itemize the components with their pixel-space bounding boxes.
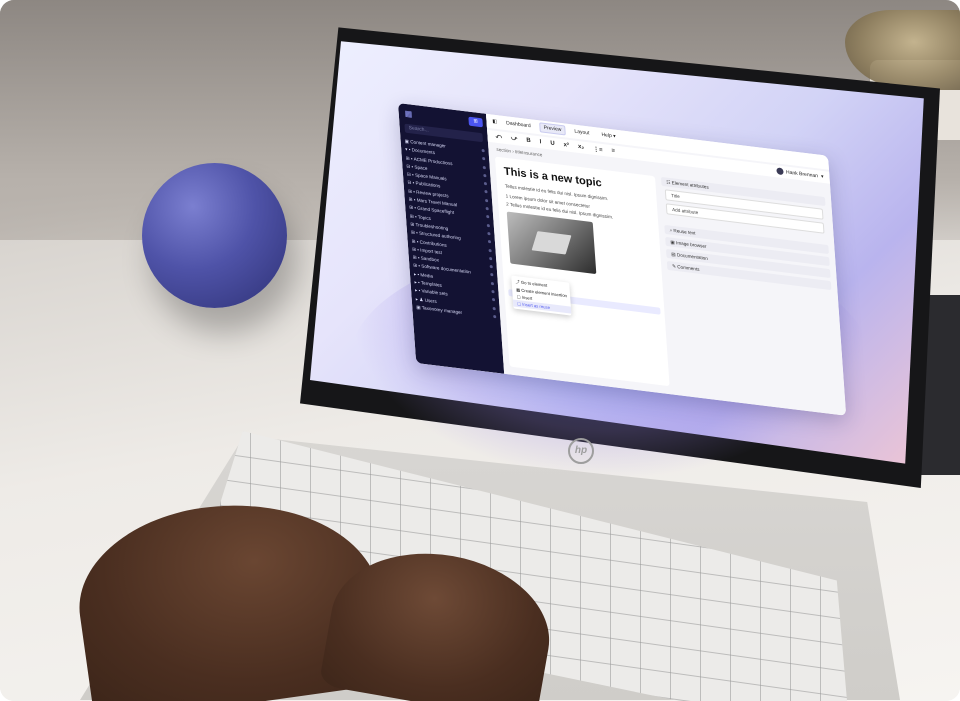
context-menu: ⤴ Go to element ▦ Create element inserti… (511, 275, 572, 316)
document-image[interactable] (506, 211, 597, 275)
panel-toggle-icon[interactable]: ◧ (492, 119, 497, 126)
more-options-icon[interactable] (488, 248, 492, 252)
more-options-icon[interactable] (483, 182, 488, 186)
laptop-in-image (531, 231, 572, 255)
more-options-icon[interactable] (491, 298, 496, 302)
sidebar-tree: ▣ Content manager ▾ ▪ Documents ⊞ ▪ ACME… (404, 137, 498, 321)
italic-button[interactable]: I (540, 139, 542, 145)
bold-button[interactable]: B (526, 138, 531, 145)
more-options-icon[interactable] (482, 165, 486, 169)
menu-item-layout[interactable]: Layout (571, 127, 593, 138)
menu-item-help[interactable]: Help ▾ (598, 131, 619, 141)
more-options-icon[interactable] (489, 265, 493, 269)
more-options-icon[interactable] (482, 157, 486, 161)
unordered-list-button[interactable]: ≡ (611, 148, 615, 154)
more-options-icon[interactable] (490, 281, 495, 286)
right-panel: ☷ Element attributes Title Add attribute… (660, 176, 840, 407)
document-editor[interactable]: This is a new topic Tellus molestie id e… (494, 156, 670, 387)
more-options-icon[interactable] (486, 215, 490, 219)
app-logo-icon: ▦ (404, 108, 413, 119)
more-options-icon[interactable] (489, 256, 493, 261)
more-options-icon[interactable] (487, 240, 492, 244)
undo-button[interactable]: ⤺ (495, 133, 502, 141)
more-options-icon[interactable] (486, 223, 490, 227)
ordered-list-button[interactable]: ⋮≡ (593, 145, 603, 153)
more-options-icon[interactable] (487, 231, 491, 236)
menu-item-preview[interactable]: Preview (539, 122, 566, 136)
avatar (775, 167, 784, 176)
cms-app-window: ▦ ⊞ Search... ▣ Content manager ▾ ▪ Docu… (398, 103, 847, 416)
chevron-down-icon: ▾ (820, 173, 824, 180)
more-options-icon[interactable] (490, 273, 494, 277)
more-options-icon[interactable] (484, 198, 489, 203)
more-options-icon[interactable] (484, 190, 488, 194)
more-options-icon[interactable] (481, 148, 485, 153)
hp-logo: hp (568, 438, 594, 464)
superscript-button[interactable]: x² (564, 142, 570, 149)
breadcrumb[interactable]: section › titleInsurance (496, 147, 542, 158)
main-area: ◧ Dashboard Preview Layout Help ▾ ⤺ ⤻ B … (486, 113, 847, 416)
blue-sphere-decoration (142, 163, 287, 308)
more-options-icon[interactable] (485, 207, 489, 211)
more-options-icon[interactable] (493, 314, 497, 319)
underline-button[interactable]: U (550, 141, 555, 148)
subscript-button[interactable]: x₂ (578, 144, 584, 151)
more-options-icon[interactable] (492, 306, 496, 310)
more-options-icon[interactable] (491, 289, 495, 294)
new-button[interactable]: ⊞ (468, 116, 483, 128)
menu-item-dashboard[interactable]: Dashboard (503, 119, 534, 131)
redo-button[interactable]: ⤻ (511, 135, 518, 143)
more-options-icon[interactable] (483, 173, 487, 178)
photo-scene: ▦ ⊞ Search... ▣ Content manager ▾ ▪ Docu… (0, 0, 960, 701)
